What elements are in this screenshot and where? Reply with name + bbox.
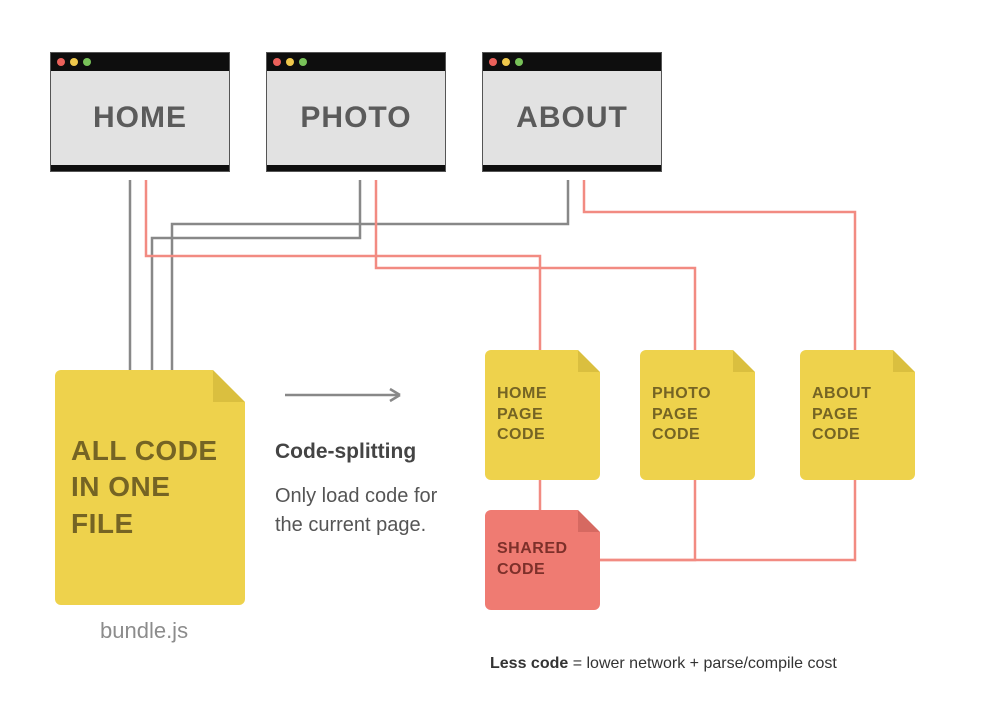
- file-fold-icon: [578, 510, 600, 532]
- traffic-light-yellow-icon: [286, 58, 294, 66]
- diagram-canvas: HOME PHOTO ABOUT ALL CODE IN ONE FILE bu…: [0, 0, 995, 715]
- chunk-label: SHARED CODE: [497, 539, 588, 581]
- chunk-file-home: HOME PAGE CODE: [485, 350, 600, 480]
- traffic-light-red-icon: [57, 58, 65, 66]
- file-fold-icon: [733, 350, 755, 372]
- traffic-light-green-icon: [299, 58, 307, 66]
- traffic-light-red-icon: [489, 58, 497, 66]
- traffic-light-green-icon: [83, 58, 91, 66]
- window-titlebar: [267, 53, 445, 71]
- footnote-bold: Less code: [490, 655, 568, 672]
- file-fold-icon: [893, 350, 915, 372]
- traffic-light-green-icon: [515, 58, 523, 66]
- center-subtext: Only load code for the current page.: [275, 482, 470, 540]
- chunk-label: HOME PAGE CODE: [497, 384, 588, 446]
- traffic-light-red-icon: [273, 58, 281, 66]
- chunk-label: PHOTO PAGE CODE: [652, 384, 743, 446]
- traffic-light-yellow-icon: [502, 58, 510, 66]
- bundle-caption: bundle.js: [100, 618, 188, 644]
- chunk-file-photo: PHOTO PAGE CODE: [640, 350, 755, 480]
- bundle-file-label: ALL CODE IN ONE FILE: [71, 433, 229, 542]
- footnote-rest: = lower network + parse/compile cost: [568, 655, 837, 672]
- chunk-label: ABOUT PAGE CODE: [812, 384, 903, 446]
- window-label: PHOTO: [267, 71, 445, 171]
- center-heading: Code-splitting: [275, 440, 470, 464]
- chunk-file-shared: SHARED CODE: [485, 510, 600, 610]
- file-fold-icon: [213, 370, 245, 402]
- window-titlebar: [483, 53, 661, 71]
- browser-window-about: ABOUT: [482, 52, 662, 172]
- file-fold-icon: [578, 350, 600, 372]
- browser-window-photo: PHOTO: [266, 52, 446, 172]
- window-label: ABOUT: [483, 71, 661, 171]
- browser-window-home: HOME: [50, 52, 230, 172]
- center-text-block: Code-splitting Only load code for the cu…: [275, 440, 470, 540]
- window-titlebar: [51, 53, 229, 71]
- window-label: HOME: [51, 71, 229, 171]
- chunk-file-about: ABOUT PAGE CODE: [800, 350, 915, 480]
- footnote: Less code = lower network + parse/compil…: [490, 655, 837, 673]
- bundle-file: ALL CODE IN ONE FILE: [55, 370, 245, 605]
- traffic-light-yellow-icon: [70, 58, 78, 66]
